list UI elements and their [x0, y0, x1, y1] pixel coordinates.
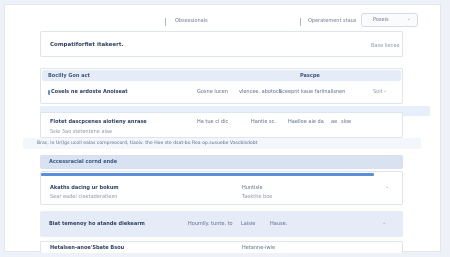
row-cell: Sceepnt: [279, 89, 300, 95]
row-cell: kaue fariinalisnen: [301, 89, 346, 95]
row-cell: Laisie: [241, 221, 256, 227]
row-marker: [48, 90, 50, 95]
chevron-down-icon: ⌄: [406, 16, 411, 22]
page-title: Compatiforfiet itakeert.: [50, 42, 124, 48]
top-select[interactable]: Poseis ⌄: [361, 13, 418, 27]
tab-operatement-status[interactable]: Operatement staus: [308, 18, 356, 24]
section-header-left: Bocilly Gon act: [48, 73, 90, 79]
section-header: Bocilly Gon act Pascpe: [42, 70, 401, 81]
info-bar: Brac, le Ur(lgs ucoll ealas compreocord,…: [23, 138, 421, 149]
section-card: Akaths dacing ur bokum Sear eadel cieeta…: [40, 171, 403, 205]
chevron-down-icon[interactable]: ⌄: [382, 220, 386, 226]
section-title: Flotet dascpcenes aiotieny anrase: [50, 119, 147, 125]
row-title: Hetalsen-anoe'Sbate Bsou: [50, 245, 125, 251]
divider: [165, 18, 166, 26]
section-title: Akaths dacing ur bokum: [50, 185, 119, 191]
col-cell: Haelloe aie da: [288, 119, 324, 125]
row-cell: Soit: [373, 89, 383, 95]
row-cell: Houmlly. tunte. to: [188, 221, 233, 227]
row-cell: Gosne lucen: [197, 89, 228, 95]
section-band: Accessracial cornd ende: [40, 155, 403, 169]
section-header-right: Pascpe: [300, 73, 320, 79]
section-band-title: Accessracial cornd ende: [49, 159, 118, 165]
section-card: Bocilly Gon act Pascpe Cosels ne ardoste…: [40, 68, 403, 104]
app-window: Obsessionals Operatement staus Poseis ⌄ …: [4, 4, 441, 253]
row-cell: Hause.: [270, 221, 288, 227]
section-card: Flotet dascpcenes aiotieny anrase Ssie 3…: [40, 112, 403, 138]
info-text: Brac, le Ur(lgs ucoll ealas compreocord,…: [37, 141, 258, 146]
selected-row[interactable]: Biat temenoy ho atande diekearm Houmlly.…: [40, 211, 403, 237]
chevron-down-icon[interactable]: ⌄: [383, 88, 387, 94]
col-cell: ae: [331, 119, 338, 125]
section-subright: Taekthe boe: [242, 194, 273, 200]
tab-obsessionals[interactable]: Obsessionals: [175, 18, 208, 24]
col-cell: Hantie sc.: [251, 119, 276, 125]
top-select-value: Poseis: [373, 17, 389, 23]
row-cell: vlencee. abotock: [239, 89, 282, 95]
section-subtitle: Ssie 3ao stetentene alae: [50, 129, 113, 135]
row-title[interactable]: Cosels ne ardoste Anoiseat: [51, 89, 128, 95]
divider: [300, 18, 301, 26]
chevron-down-icon[interactable]: ⌄: [385, 184, 389, 190]
header-meta: Base liecee: [371, 43, 400, 49]
col-cell: Ha tue ci dic: [197, 119, 229, 125]
section-right: Huntisle: [242, 185, 263, 191]
header-card: Compatiforfiet itakeert. Base liecee: [40, 31, 403, 57]
section-subtitle: Sear eadel cieetaderatlexn: [50, 194, 118, 200]
row-cell: Hetanne-iwie: [242, 245, 276, 251]
row-title: Biat temenoy ho atande diekearm: [49, 221, 145, 227]
col-cell: sloe: [341, 119, 352, 125]
section-card: Hetalsen-anoe'Sbate Bsou Hetanne-iwie: [40, 241, 403, 253]
progress-bar: [41, 173, 374, 176]
